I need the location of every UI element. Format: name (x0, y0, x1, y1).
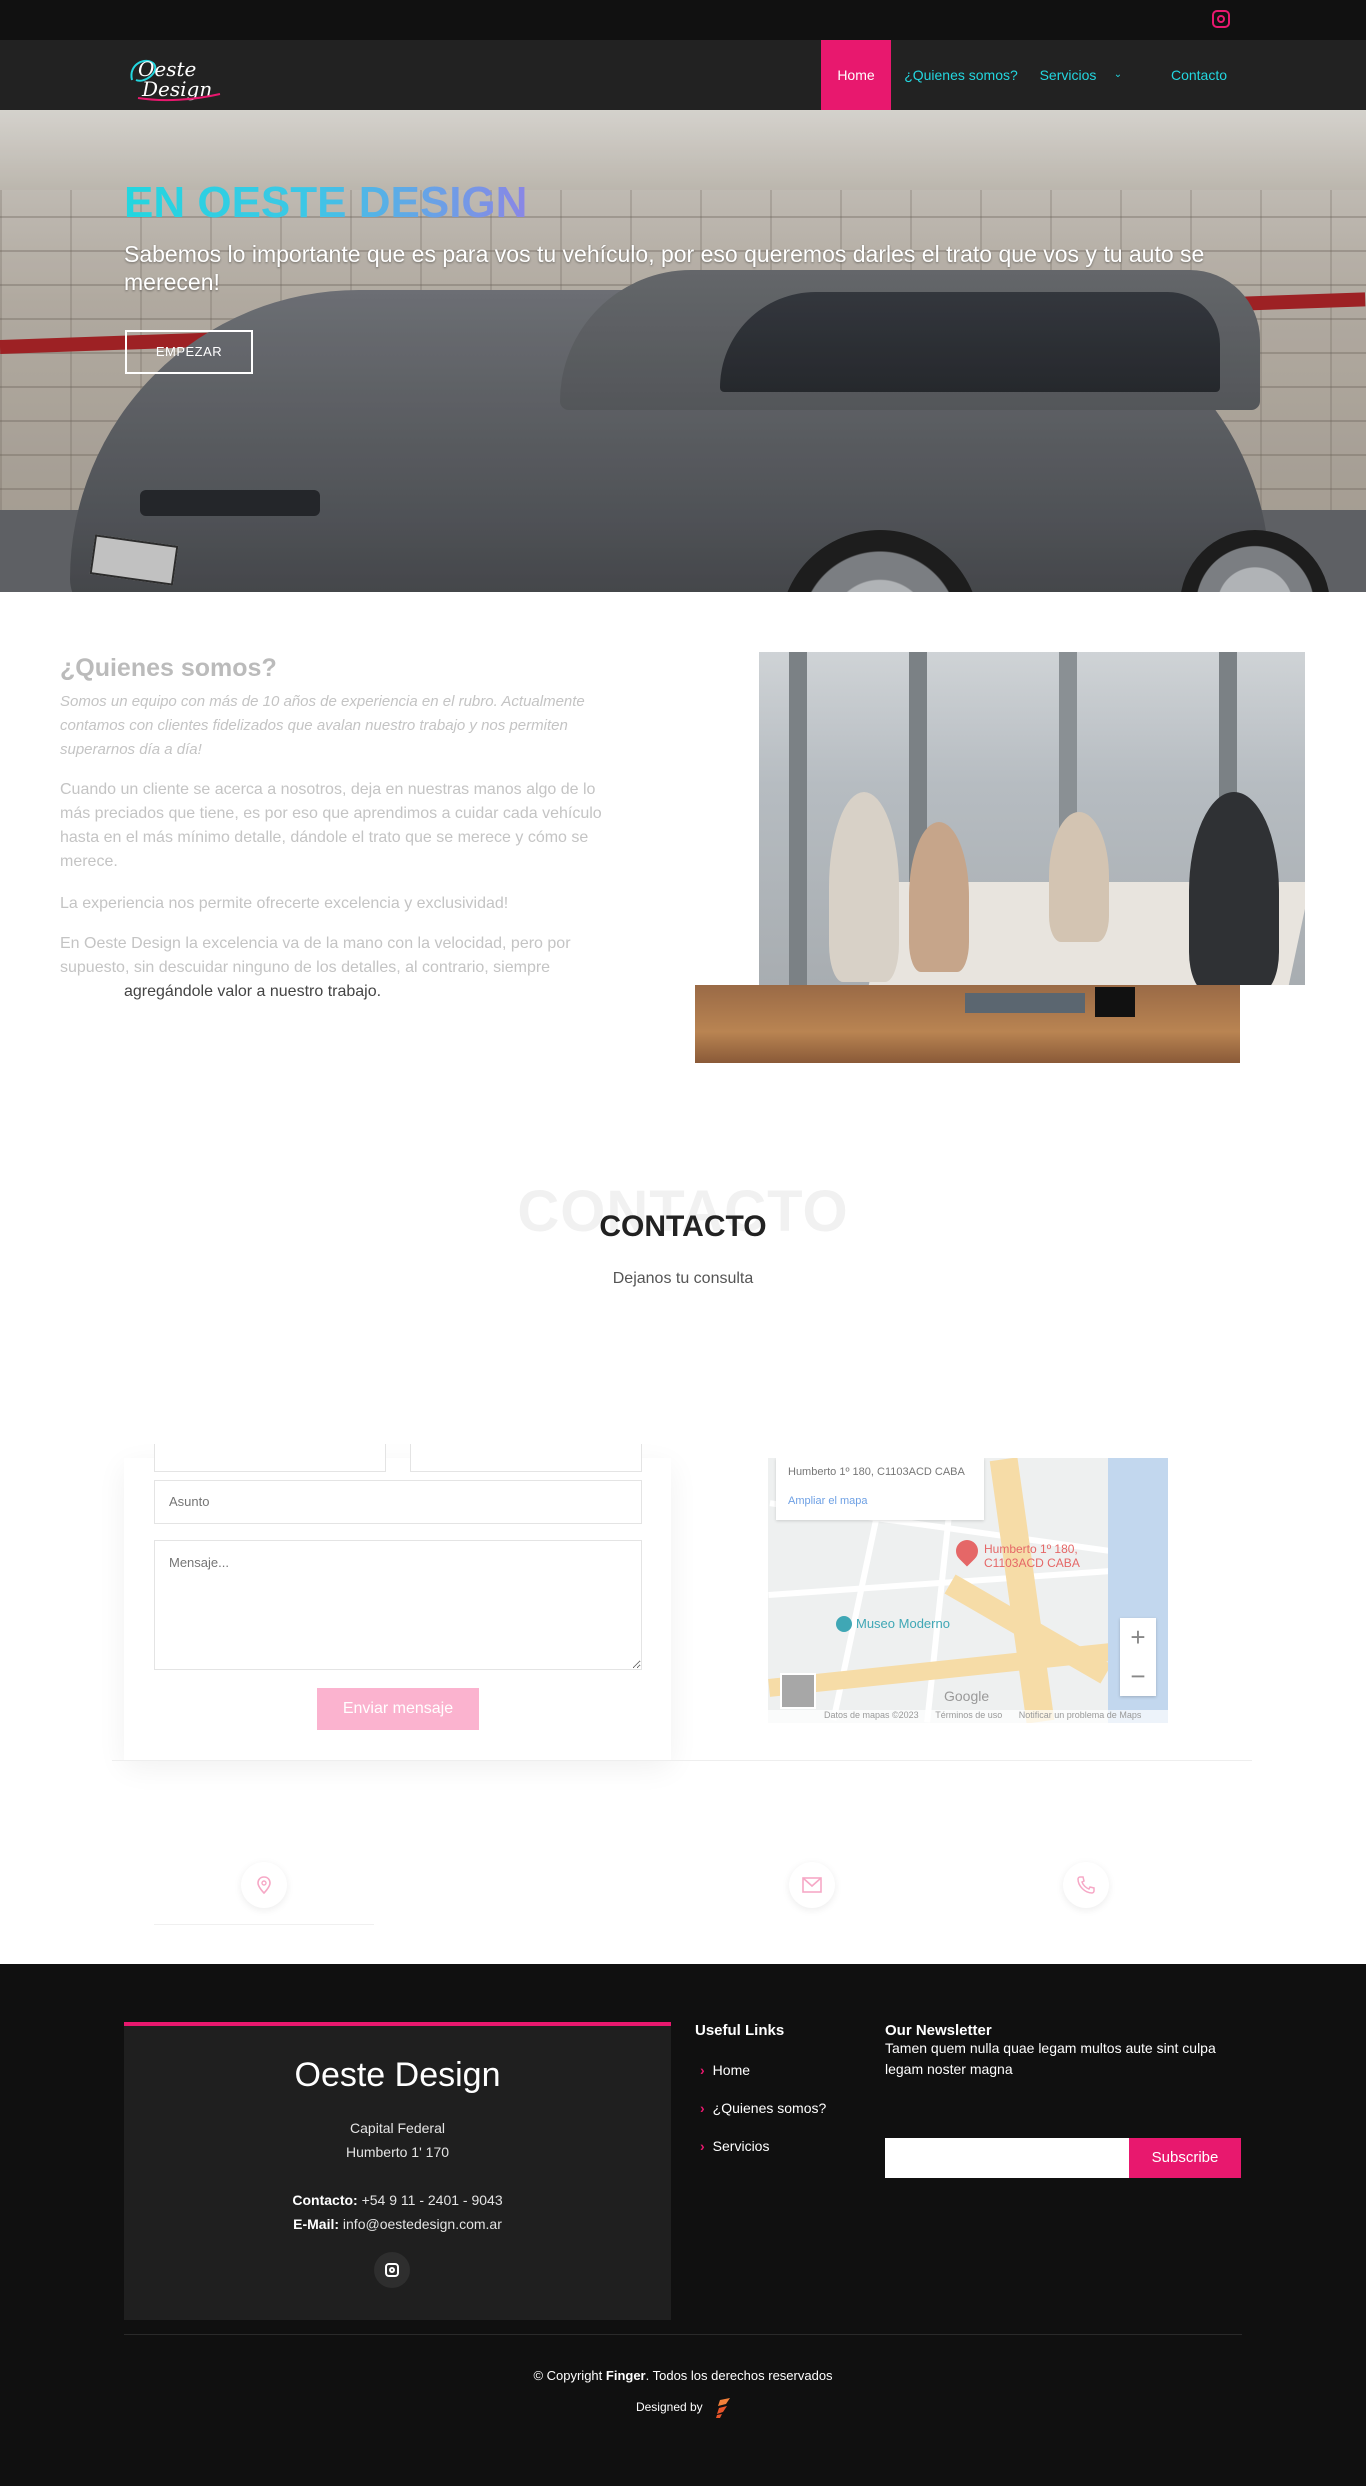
map-pin-icon[interactable] (951, 1535, 983, 1567)
footer-city: Capital Federal (350, 2120, 445, 2136)
map-report-link[interactable]: Notificar un problema de Maps (1019, 1710, 1142, 1720)
about-paragraph-4: agregándole valor a nuestro trabajo. (124, 983, 382, 1000)
map-credits: Datos de mapas ©2023 Términos de uso Not… (768, 1710, 1168, 1723)
newsletter-email-input[interactable] (885, 2138, 1129, 2178)
finger-logo-icon[interactable] (716, 2398, 731, 2418)
subscribe-button[interactable]: Subscribe (1129, 2138, 1241, 2178)
footer-link-quienes-somos[interactable]: › ¿Quienes somos? (700, 2100, 826, 2116)
footer-brand: Oeste Design (294, 2056, 501, 2094)
nav-servicios[interactable]: Servicios (1032, 40, 1104, 110)
about-paragraph-1: Cuando un cliente se acerca a nosotros, … (60, 781, 602, 870)
site-header: Oeste Design Home ¿Quienes somos? Servic… (0, 40, 1366, 110)
phone-card (950, 1840, 1222, 1930)
footer-email: E-Mail: info@oestedesign.com.ar (293, 2216, 502, 2232)
map-marker-icon (241, 1862, 287, 1908)
map-data-credit: Datos de mapas ©2023 (824, 1710, 919, 1720)
footer-divider (124, 2334, 1242, 2335)
site-logo[interactable]: Oeste Design (124, 50, 228, 102)
map-pin-label: Humberto 1º 180, C1103ACD CABA (984, 1542, 1080, 1570)
phone-icon (1063, 1862, 1109, 1908)
top-bar (0, 0, 1366, 40)
address-card (124, 1840, 404, 1930)
site-footer: Oeste Design Capital Federal Humberto 1'… (0, 1964, 1366, 2486)
newsletter-title: Our Newsletter (885, 2022, 992, 2039)
map-address: Humberto 1º 180, C1103ACD CABA (788, 1466, 965, 1478)
map-info-box: Humberto 1º 180, C1103ACD CABA Ampliar e… (776, 1458, 984, 1520)
send-message-button[interactable]: Enviar mensaje (317, 1688, 479, 1730)
about-title: ¿Quienes somos? (60, 654, 277, 682)
name-field[interactable] (154, 1444, 386, 1472)
map-zoom-controls: + − (1120, 1618, 1156, 1696)
copyright: © Copyright Finger. Todos los derechos r… (533, 2368, 833, 2383)
envelope-icon (789, 1862, 835, 1908)
footer-link-home[interactable]: › Home (700, 2062, 750, 2078)
zoom-out-button[interactable]: − (1120, 1657, 1156, 1696)
useful-links-title: Useful Links (695, 2022, 785, 2039)
zoom-in-button[interactable]: + (1120, 1618, 1156, 1657)
newsletter-text: Tamen quem nulla quae legam multos aute … (885, 2040, 1216, 2077)
instagram-icon[interactable] (374, 2252, 410, 2288)
footer-street: Humberto 1' 170 (345, 2144, 450, 2160)
footer-link-servicios[interactable]: › Servicios (700, 2138, 769, 2154)
map-terms-link[interactable]: Términos de uso (935, 1710, 1002, 1720)
chevron-down-icon[interactable]: ⌄ (1112, 40, 1124, 110)
email-card (682, 1840, 942, 1930)
message-field[interactable] (154, 1540, 642, 1670)
empezar-button[interactable]: EMPEZAR (125, 330, 253, 374)
instagram-icon[interactable] (1212, 10, 1230, 28)
map-poi-label: Museo Moderno (856, 1616, 950, 1631)
footer-contact: Contacto: +54 9 11 - 2401 - 9043 (292, 2192, 503, 2208)
google-logo: Google (944, 1688, 990, 1704)
location-map[interactable]: Humberto 1º 180, C1103ACD CABA Ampliar e… (768, 1458, 1168, 1723)
footer-info-card: Oeste Design Capital Federal Humberto 1'… (124, 2022, 671, 2320)
team-photo-table (695, 985, 1240, 1063)
nav-home[interactable]: Home (821, 40, 891, 110)
nav-quienes-somos[interactable]: ¿Quienes somos? (901, 40, 1021, 110)
map-satellite-toggle[interactable] (780, 1673, 816, 1709)
about-paragraph-3: En Oeste Design la excelencia va de la m… (60, 935, 571, 976)
about-paragraph-2: La experiencia nos permite ofrecerte exc… (60, 895, 509, 912)
section-divider (112, 1760, 1252, 1761)
contact-form: Enviar mensaje (124, 1444, 671, 1760)
team-photo (759, 652, 1305, 985)
designed-by: Designed by (0, 2398, 1366, 2418)
hero-title: EN OESTE DESIGN (124, 178, 528, 227)
email-field[interactable] (410, 1444, 642, 1472)
subject-field[interactable] (154, 1480, 642, 1524)
map-enlarge-link[interactable]: Ampliar el mapa (788, 1495, 867, 1507)
hero-subtitle: Sabemos lo importante que es para vos tu… (124, 241, 1205, 295)
about-intro: Somos un equipo con más de 10 años de ex… (60, 693, 585, 758)
nav-contacto[interactable]: Contacto (1154, 40, 1244, 110)
contact-subtitle: Dejanos tu consulta (612, 1270, 754, 1287)
museum-icon (836, 1616, 852, 1632)
contact-title: CONTACTO (599, 1210, 767, 1243)
